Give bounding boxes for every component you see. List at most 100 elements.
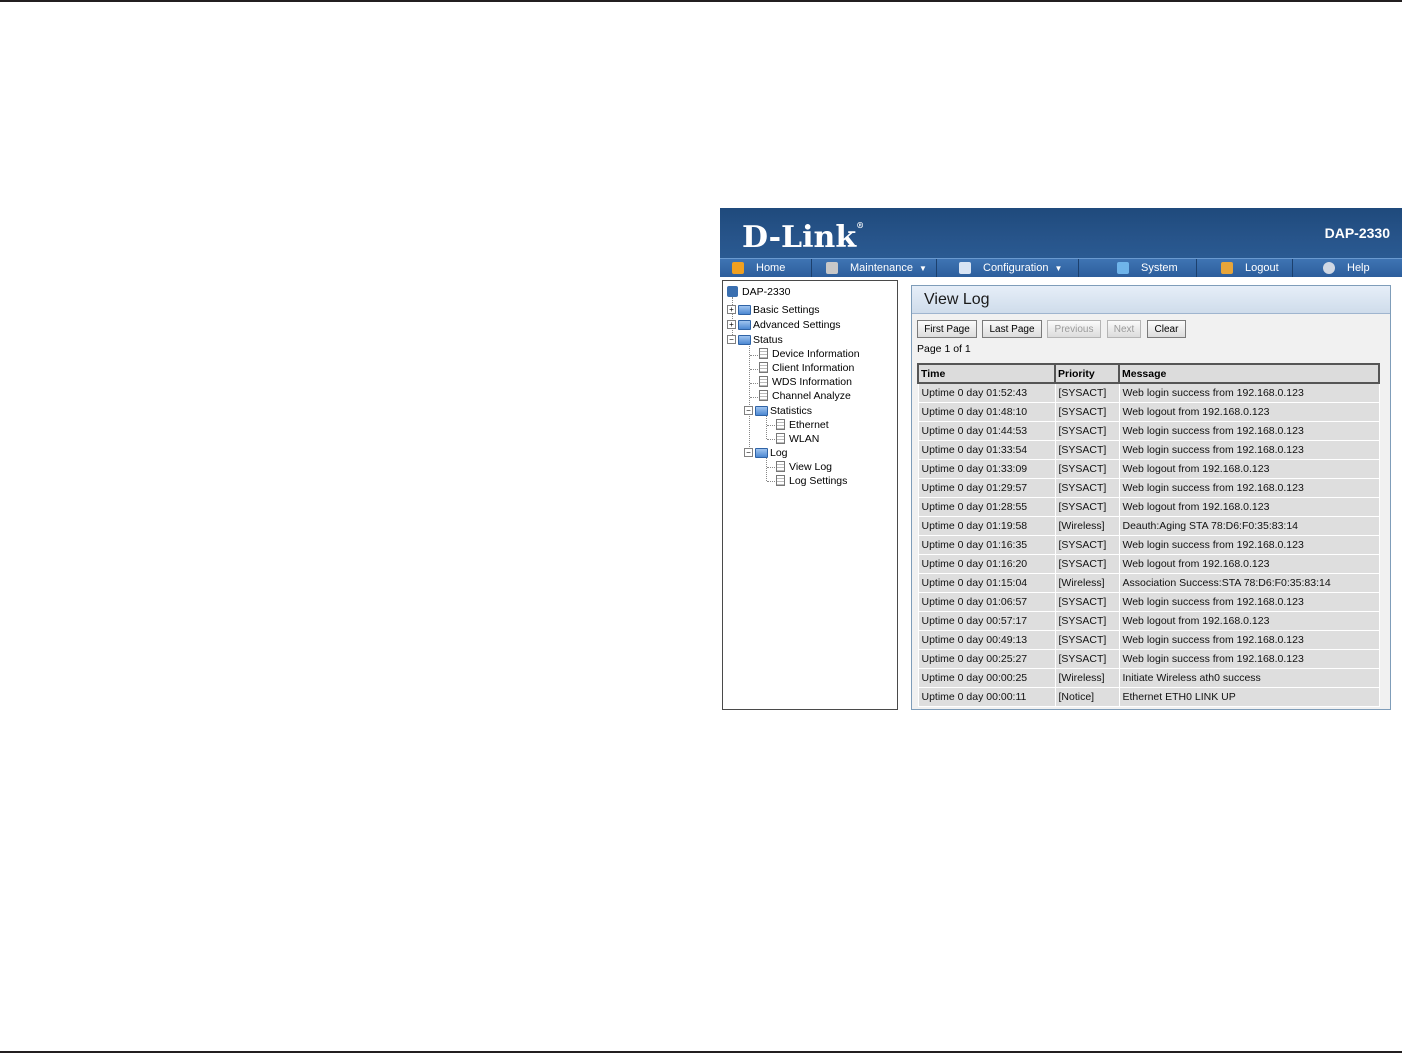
- tree-item-wds-information[interactable]: WDS Information: [759, 375, 852, 388]
- cell-priority: [SYSACT]: [1054, 629, 1120, 650]
- tree-item-log[interactable]: − Log: [744, 446, 788, 459]
- tree-ethernet-label: Ethernet: [789, 418, 829, 431]
- tree-item-view-log[interactable]: View Log: [776, 460, 832, 473]
- tree-item-statistics[interactable]: − Statistics: [744, 404, 812, 417]
- model-name: DAP-2330: [1324, 225, 1390, 241]
- table-row: Uptime 0 day 00:49:13 [SYSACT] Web login s…: [917, 629, 1380, 650]
- page-icon: [776, 461, 785, 472]
- cell-message: Initiate Wireless ath0 success: [1118, 667, 1380, 688]
- tree-connector: [750, 369, 758, 370]
- cell-message: Web login success from 192.168.0.123: [1118, 629, 1380, 650]
- tree-wds-information-label: WDS Information: [772, 375, 852, 388]
- cell-priority: [SYSACT]: [1054, 610, 1120, 631]
- expand-plus-icon[interactable]: +: [727, 320, 736, 329]
- table-row: Uptime 0 day 01:48:10 [SYSACT] Web logout …: [917, 401, 1380, 422]
- cell-message: Web logout from 192.168.0.123: [1118, 401, 1380, 422]
- navigation-tree: DAP-2330 + Basic Settings + Advanced Set…: [722, 280, 898, 710]
- cell-message: Web logout from 192.168.0.123: [1118, 496, 1380, 517]
- next-button[interactable]: Next: [1107, 320, 1141, 338]
- menu-system-label: System: [1141, 262, 1178, 274]
- tree-item-advanced-settings[interactable]: + Advanced Settings: [727, 318, 841, 331]
- cell-message: Web login success from 192.168.0.123: [1118, 420, 1380, 441]
- cell-time: Uptime 0 day 01:16:35: [917, 534, 1056, 555]
- cell-priority: [SYSACT]: [1054, 401, 1120, 422]
- expand-plus-icon[interactable]: +: [727, 305, 736, 314]
- home-icon: [732, 262, 744, 274]
- menu-logout[interactable]: Logout: [1197, 259, 1293, 277]
- table-row: Uptime 0 day 00:57:17 [SYSACT] Web logout …: [917, 610, 1380, 631]
- tree-item-root[interactable]: DAP-2330: [727, 285, 790, 298]
- table-row: Uptime 0 day 01:19:58 [Wireless] Deauth:Ag…: [917, 515, 1380, 536]
- tree-item-ethernet[interactable]: Ethernet: [776, 418, 829, 431]
- tree-connector: [766, 457, 767, 481]
- cell-message: Web login success from 192.168.0.123: [1118, 382, 1380, 403]
- cell-message: Web logout from 192.168.0.123: [1118, 458, 1380, 479]
- cell-time: Uptime 0 day 00:00:25: [917, 667, 1056, 688]
- cell-time: Uptime 0 day 01:44:53: [917, 420, 1056, 441]
- cell-time: Uptime 0 day 01:48:10: [917, 401, 1056, 422]
- table-row: Uptime 0 day 01:06:57 [SYSACT] Web login s…: [917, 591, 1380, 612]
- tree-view-log-label: View Log: [789, 460, 833, 473]
- menu-logout-label: Logout: [1245, 262, 1279, 274]
- clear-button[interactable]: Clear: [1147, 320, 1186, 338]
- collapse-minus-icon[interactable]: −: [727, 335, 736, 344]
- tree-item-client-information[interactable]: Client Information: [759, 361, 854, 374]
- first-page-button[interactable]: First Page: [917, 320, 977, 338]
- tree-log-settings-label: Log Settings: [789, 474, 848, 487]
- tree-connector: [767, 439, 775, 440]
- tree-item-device-information[interactable]: Device Information: [759, 347, 860, 360]
- table-header-row: Time Priority Message: [917, 363, 1380, 384]
- tree-client-information-label: Client Information: [772, 361, 855, 374]
- cell-message: Web login success from 192.168.0.123: [1118, 439, 1380, 460]
- page-icon: [759, 362, 768, 373]
- cell-message: Ethernet ETH0 LINK UP: [1118, 686, 1380, 707]
- page-indicator: Page 1 of 1: [917, 343, 971, 355]
- page-icon: [759, 376, 768, 387]
- cell-priority: [SYSACT]: [1054, 439, 1120, 460]
- cell-priority: [SYSACT]: [1054, 591, 1120, 612]
- cell-time: Uptime 0 day 01:29:57: [917, 477, 1056, 498]
- previous-button[interactable]: Previous: [1047, 320, 1101, 338]
- folder-icon: [738, 319, 751, 330]
- table-row: Uptime 0 day 01:33:54 [SYSACT] Web login s…: [917, 439, 1380, 460]
- page-icon: [759, 348, 768, 359]
- menu-system[interactable]: System: [1079, 259, 1197, 277]
- tree-item-status[interactable]: − Status: [727, 333, 783, 346]
- tree-item-wlan[interactable]: WLAN: [776, 432, 819, 445]
- dlink-logo: D-Link®: [742, 220, 864, 255]
- collapse-minus-icon[interactable]: −: [744, 406, 753, 415]
- cell-priority: [SYSACT]: [1054, 477, 1120, 498]
- cell-priority: [SYSACT]: [1054, 553, 1120, 574]
- tree-advanced-settings-label: Advanced Settings: [753, 318, 841, 331]
- cell-priority: [Wireless]: [1054, 515, 1120, 536]
- tree-root-label: DAP-2330: [742, 285, 791, 298]
- panel-title: View Log: [912, 286, 1390, 314]
- help-icon: [1323, 262, 1335, 274]
- page-top-rule: [0, 0, 1402, 2]
- tree-statistics-label: Statistics: [770, 404, 813, 417]
- cell-priority: [Wireless]: [1054, 572, 1120, 593]
- view-log-panel: View Log First Page Last Page Previous N…: [911, 285, 1391, 710]
- menu-home[interactable]: Home: [720, 259, 812, 277]
- save-icon: [959, 262, 971, 274]
- collapse-minus-icon[interactable]: −: [744, 448, 753, 457]
- last-page-button[interactable]: Last Page: [982, 320, 1042, 338]
- column-header-time: Time: [917, 363, 1056, 384]
- cell-time: Uptime 0 day 01:28:55: [917, 496, 1056, 517]
- cell-priority: [SYSACT]: [1054, 382, 1120, 403]
- column-header-message: Message: [1118, 363, 1380, 384]
- menu-maintenance[interactable]: Maintenance ▼: [812, 259, 937, 277]
- cell-priority: [SYSACT]: [1054, 496, 1120, 517]
- table-row: Uptime 0 day 00:00:25 [Wireless] Initiate …: [917, 667, 1380, 688]
- cell-message: Web login success from 192.168.0.123: [1118, 591, 1380, 612]
- tree-item-channel-analyze[interactable]: Channel Analyze: [759, 389, 851, 402]
- tree-item-basic-settings[interactable]: + Basic Settings: [727, 303, 820, 316]
- menu-home-label: Home: [756, 262, 786, 274]
- menu-configuration[interactable]: Configuration ▼: [937, 259, 1079, 277]
- tree-item-log-settings[interactable]: Log Settings: [776, 474, 847, 487]
- menu-help[interactable]: Help: [1293, 259, 1382, 277]
- cell-message: Web logout from 192.168.0.123: [1118, 553, 1380, 574]
- page-icon: [776, 419, 785, 430]
- tree-channel-analyze-label: Channel Analyze: [772, 389, 851, 402]
- chevron-down-icon: ▼: [919, 263, 927, 273]
